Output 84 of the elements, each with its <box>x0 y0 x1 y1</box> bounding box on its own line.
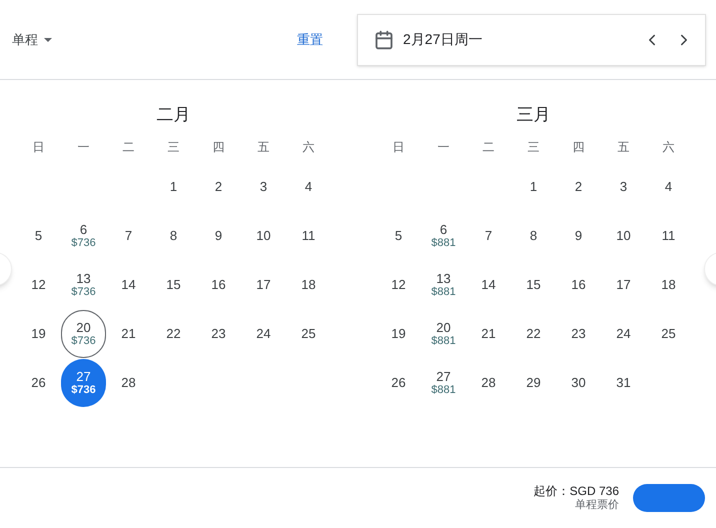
date-cell[interactable]: 21 <box>466 310 511 358</box>
date-cell[interactable]: 4 <box>646 162 691 210</box>
date-cell[interactable]: 15 <box>511 260 556 308</box>
date-cell[interactable]: 6 $736 <box>61 212 106 260</box>
date-cell[interactable]: 29 <box>511 358 556 406</box>
date-cell[interactable]: 18 <box>286 260 331 308</box>
date-cell[interactable]: 28 <box>106 358 151 406</box>
date-cell[interactable]: 10 <box>241 212 286 260</box>
date-cell[interactable]: 5 <box>376 212 421 260</box>
date-cell[interactable]: 1 <box>151 162 196 210</box>
date-cell[interactable]: 13 $736 <box>61 260 106 308</box>
date-cell[interactable]: 7 <box>106 212 151 260</box>
date-cell[interactable]: 26 <box>376 358 421 406</box>
date-cell[interactable]: 5 <box>16 212 61 260</box>
date-cell[interactable]: 2 <box>556 162 601 210</box>
date-cell[interactable]: 6 $881 <box>421 212 466 260</box>
date-cell[interactable]: 31 <box>601 358 646 406</box>
date-cell[interactable]: 23 <box>196 310 241 358</box>
weekday-label: 日 <box>392 139 406 156</box>
month-title: 三月 <box>516 104 552 126</box>
weekday-label: 五 <box>256 139 270 156</box>
weekday-label: 一 <box>76 139 90 156</box>
date-cell[interactable]: 27 $881 <box>421 358 466 406</box>
date-value: 2月27日周一 <box>403 30 482 49</box>
date-cell[interactable]: 3 <box>241 162 286 210</box>
date-cell[interactable]: 2 <box>196 162 241 210</box>
date-cell[interactable]: 26 <box>16 358 61 406</box>
date-cell[interactable]: 30 <box>556 358 601 406</box>
date-cell[interactable]: 7 <box>466 212 511 260</box>
price-note: 单程票价 <box>575 498 619 512</box>
weekday-label: 一 <box>436 139 450 156</box>
date-cell[interactable]: 9 <box>556 212 601 260</box>
date-cell[interactable]: 24 <box>601 310 646 358</box>
weekday-label: 三 <box>166 139 180 156</box>
weekday-label: 日 <box>32 139 46 156</box>
month-title: 二月 <box>156 104 192 126</box>
caret-icon <box>44 38 52 42</box>
trip-type-dropdown[interactable]: 单程 <box>12 30 52 50</box>
date-cell[interactable]: 4 <box>286 162 331 210</box>
date-cell[interactable]: 12 <box>376 260 421 308</box>
date-cell[interactable]: 10 <box>601 212 646 260</box>
weekday-label: 三 <box>526 139 540 156</box>
date-cell[interactable]: 11 <box>286 212 331 260</box>
date-cell[interactable]: 13 $881 <box>421 260 466 308</box>
starting-price: 起价：SGD 736 <box>534 484 619 499</box>
date-cell[interactable]: 22 <box>511 310 556 358</box>
date-cell[interactable]: 8 <box>151 212 196 260</box>
confirm-button[interactable] <box>633 484 705 512</box>
weekday-label: 四 <box>572 139 586 156</box>
reset-link[interactable]: 重置 <box>297 30 323 50</box>
date-cell[interactable]: 23 <box>556 310 601 358</box>
date-cell[interactable]: 22 <box>151 310 196 358</box>
calendar-icon <box>374 30 394 50</box>
date-cell[interactable]: 20 $881 <box>421 310 466 358</box>
date-cell[interactable]: 15 <box>151 260 196 308</box>
date-cell[interactable]: 8 <box>511 212 556 260</box>
weekday-label: 六 <box>302 139 316 156</box>
weekday-label: 四 <box>212 139 226 156</box>
weekday-label: 二 <box>122 139 136 156</box>
date-cell[interactable]: 19 <box>376 310 421 358</box>
weekday-label: 五 <box>616 139 630 156</box>
date-cell[interactable]: 3 <box>601 162 646 210</box>
date-cell[interactable]: 14 <box>106 260 151 308</box>
date-cell[interactable]: 16 <box>556 260 601 308</box>
date-cell[interactable]: 21 <box>106 310 151 358</box>
date-cell[interactable]: 19 <box>16 310 61 358</box>
date-cell[interactable]: 11 <box>646 212 691 260</box>
date-cell[interactable]: 14 <box>466 260 511 308</box>
date-cell[interactable]: 9 <box>196 212 241 260</box>
date-cell[interactable]: 17 <box>601 260 646 308</box>
date-cell[interactable]: 24 <box>241 310 286 358</box>
date-cell[interactable]: 12 <box>16 260 61 308</box>
date-field[interactable]: 2月27日周一 <box>357 14 706 66</box>
date-cell[interactable]: 16 <box>196 260 241 308</box>
date-cell[interactable]: 27 $736 <box>61 358 106 406</box>
date-cell[interactable]: 1 <box>511 162 556 210</box>
date-cell[interactable]: 25 <box>646 310 691 358</box>
date-cell[interactable]: 20 $736 <box>61 310 106 358</box>
date-cell[interactable]: 28 <box>466 358 511 406</box>
weekday-label: 六 <box>662 139 676 156</box>
date-cell[interactable]: 18 <box>646 260 691 308</box>
date-cell[interactable]: 17 <box>241 260 286 308</box>
weekday-label: 二 <box>482 139 496 156</box>
date-cell[interactable]: 25 <box>286 310 331 358</box>
